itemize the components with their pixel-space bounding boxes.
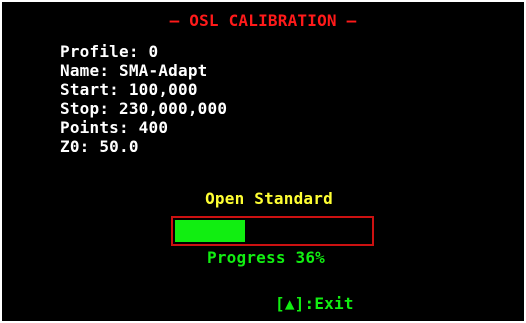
progress-bar xyxy=(171,216,374,246)
exit-button[interactable]: [▲]:Exit xyxy=(275,294,354,313)
profile-line-start: Start: 100,000 xyxy=(60,80,198,99)
profile-line-points: Points: 400 xyxy=(60,118,169,137)
calibration-screen: — OSL CALIBRATION — Profile: 0 Name: SMA… xyxy=(2,2,524,321)
profile-line-name: Name: SMA-Adapt xyxy=(60,61,208,80)
profile-line-z0: Z0: 50.0 xyxy=(60,137,139,156)
screen-title: — OSL CALIBRATION — xyxy=(169,11,357,30)
standard-label: Open Standard xyxy=(205,189,333,208)
progress-text: Progress 36% xyxy=(207,248,325,267)
profile-line-stop: Stop: 230,000,000 xyxy=(60,99,228,118)
profile-line-profile: Profile: 0 xyxy=(60,42,159,61)
profile-info-list: Profile: 0 Name: SMA-Adapt Start: 100,00… xyxy=(60,42,227,156)
progress-bar-fill xyxy=(175,220,245,242)
